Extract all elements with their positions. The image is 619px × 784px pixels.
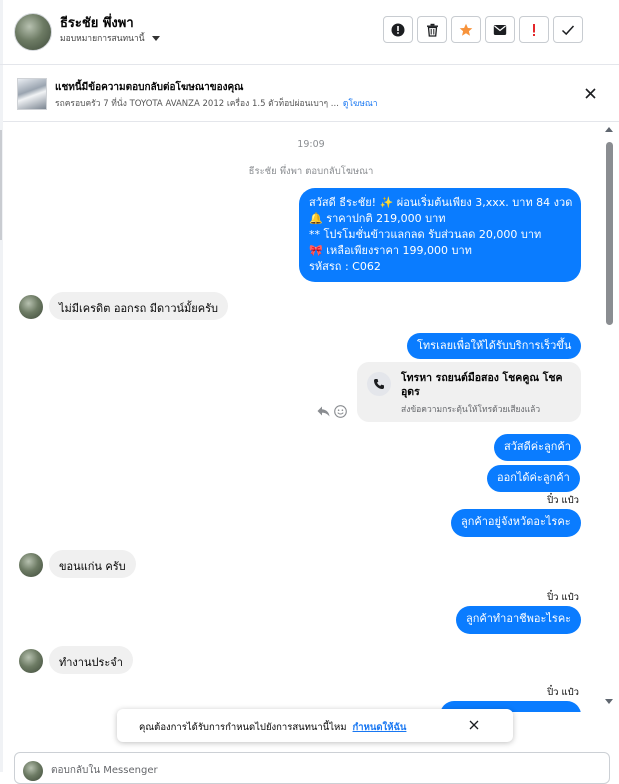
contact-avatar[interactable] (14, 13, 52, 51)
contact-avatar-small (19, 295, 43, 319)
ad-banner-title: แชทนี้มีข้อความตอบกลับต่อโฆษณาของคุณ (55, 82, 244, 93)
system-ad-reply-notice: ธีระชัย พึ่งพา ตอบกลับโฆษณา (248, 166, 374, 177)
message-composer[interactable]: ตอบกลับใน Messenger (14, 752, 610, 784)
reply-icon[interactable] (317, 406, 330, 417)
star-icon (459, 23, 473, 36)
emoji-reaction-icon[interactable] (334, 405, 347, 418)
delete-button[interactable] (417, 16, 447, 43)
mark-unread-button[interactable] (485, 16, 515, 43)
contact-avatar-small (19, 553, 43, 577)
incoming-message[interactable]: ขอนแก่น ครับ (49, 550, 136, 578)
star-button[interactable] (451, 16, 481, 43)
toast-text: คุณต้องการได้รับการกำหนดไปยังการสนทนานี้… (139, 722, 347, 733)
outgoing-message[interactable]: สวัสดีค่ะลูกค้า (494, 434, 581, 461)
incoming-message[interactable]: ทำงานประจำ (49, 646, 133, 674)
outgoing-message[interactable]: ลูกค้าอยู่จังหวัดอะไรคะ (451, 509, 581, 537)
caret-down-icon (151, 35, 160, 41)
assign-label: มอบหมายการสนทนานี้ (60, 34, 145, 44)
call-cta-card[interactable]: โทรหา รถยนต์มือสอง โชคคูณ โชค อุดร ส่งข้… (357, 362, 581, 422)
trash-icon (426, 23, 438, 37)
outgoing-message[interactable]: โทรเลยเพื่อให้ได้รับบริการเร็วขึ้น (407, 333, 582, 359)
outgoing-message[interactable]: ลูกค้าทำอาชีพอะไรคะ (456, 606, 582, 634)
message-timestamp: 19:09 (297, 139, 325, 150)
left-edge-accent (0, 130, 2, 240)
message-thread: 19:09 ธีระชัย พึ่งพา ตอบกลับโฆษณา สวัสดี… (3, 122, 619, 712)
ad-banner-description: รถครอบครัว 7 ที่นั่ง TOYOTA AVANZA 2012 … (55, 96, 378, 110)
ad-reply-line: 🔔 ราคาปกติ 219,000 บาท (309, 212, 446, 225)
ad-reply-message[interactable]: สวัสดี ธีระชัย! ✨ ผ่อนเริ่มต้นเพียง 3,xx… (299, 188, 581, 282)
assign-prompt-toast: คุณต้องการได้รับการกำหนดไปยังการสนทนานี้… (117, 709, 513, 742)
ad-thumbnail (17, 78, 47, 110)
follow-up-button[interactable] (519, 16, 549, 43)
toast-message: คุณต้องการได้รับการกำหนดไปยังการสนทนานี้… (139, 720, 406, 735)
ad-reply-line: ** โปรโมชั่นข้าวแลกลด รับส่วนลด 20,000 บ… (309, 228, 542, 241)
sender-name: ปิ๋ว แป๋ว (547, 592, 579, 603)
ad-reply-line: 🎀 เหลือเพียงราคา 199,000 บาท (309, 244, 472, 257)
close-icon (584, 87, 596, 99)
contact-name[interactable]: ธีระชัย พึ่งพา (60, 12, 134, 33)
ad-reply-line: สวัสดี ธีระชัย! ✨ ผ่อนเริ่มต้นเพียง 3,xx… (309, 196, 573, 209)
check-icon (561, 24, 575, 35)
mark-spam-button[interactable] (383, 16, 413, 43)
envelope-icon (493, 24, 507, 35)
sender-name: ปิ๋ว แป๋ว (547, 687, 579, 698)
outgoing-message[interactable]: ออกได้ค่ะลูกค้า (487, 465, 580, 492)
ad-reply-line: รหัสรถ : C062 (309, 260, 381, 273)
call-card-title: โทรหา รถยนต์มือสอง โชคคูณ โชค อุดร (401, 372, 563, 398)
page-avatar (23, 761, 43, 781)
ad-description-text: รถครอบครัว 7 ที่นั่ง TOYOTA AVANZA 2012 … (55, 99, 339, 109)
sender-name: ปิ๋ว แป๋ว (547, 495, 579, 506)
close-icon[interactable] (468, 719, 480, 731)
action-toolbar (383, 16, 583, 43)
view-ad-link[interactable]: ดูโฆษณา (343, 99, 378, 109)
ad-reply-banner: แชทนี้มีข้อความตอบกลับต่อโฆษณาของคุณ รถค… (3, 65, 619, 122)
conversation-header: ธีระชัย พึ่งพา มอบหมายการสนทนานี้ (0, 0, 619, 65)
message-actions (317, 405, 347, 418)
phone-icon (367, 372, 391, 396)
assign-conversation-dropdown[interactable]: มอบหมายการสนทนานี้ (60, 31, 160, 45)
alert-circle-icon (391, 23, 405, 36)
call-card-subtitle: ส่งข้อความกระตุ้นให้โทรด้วยเสียงแล้ว (401, 405, 541, 415)
incoming-message[interactable]: ไม่มีเครดิต ออกรถ มีดาวน์มั้ยครับ (49, 292, 228, 320)
exclamation-icon (533, 23, 535, 36)
reply-input[interactable]: ตอบกลับใน Messenger (51, 763, 158, 778)
contact-avatar-small (19, 649, 43, 673)
close-banner-button[interactable] (581, 84, 599, 102)
assign-to-me-link[interactable]: กำหนดให้ฉัน (353, 722, 407, 733)
mark-done-button[interactable] (553, 16, 583, 43)
